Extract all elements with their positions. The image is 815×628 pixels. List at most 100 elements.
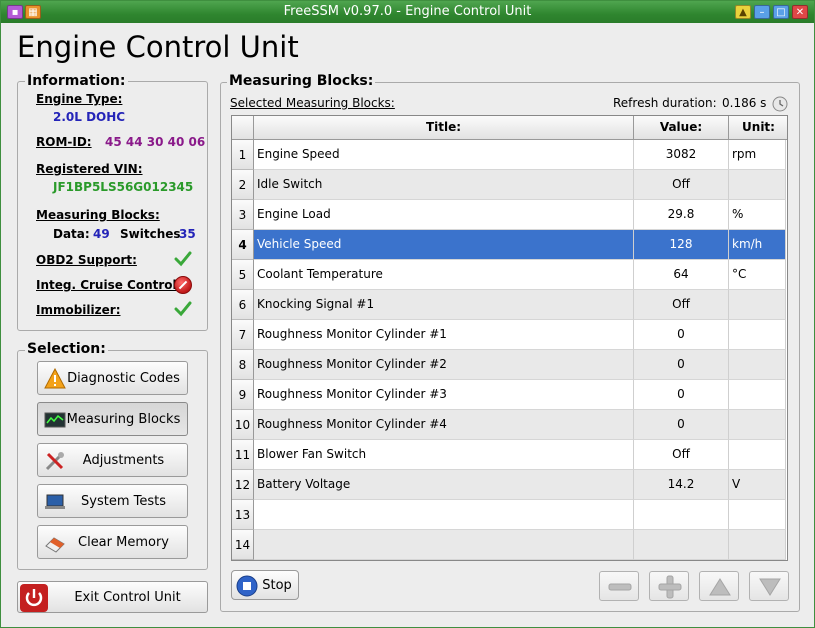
cell-unit[interactable]: V	[729, 470, 786, 500]
cell-unit[interactable]	[729, 500, 786, 530]
column-header-unit[interactable]: Unit:	[729, 116, 787, 140]
column-header-title[interactable]: Title:	[254, 116, 634, 140]
add-block-button[interactable]	[649, 571, 689, 601]
clear-memory-button[interactable]: Clear Memory	[37, 525, 188, 559]
table-row[interactable]: 3 Engine Load 29.8%	[232, 200, 787, 230]
cell-title[interactable]: Roughness Monitor Cylinder #4	[254, 410, 634, 440]
cell-value[interactable]	[634, 530, 729, 560]
row-number: 9	[232, 380, 254, 410]
table-corner	[232, 116, 254, 140]
cell-value[interactable]: 0	[634, 380, 729, 410]
table-row[interactable]: 11 Blower Fan Switch Off	[232, 440, 787, 470]
cell-value[interactable]: 128	[634, 230, 729, 260]
measuring-blocks-table[interactable]: Title: Value: Unit: 1 Engine Speed 3082 rpm…	[231, 115, 788, 561]
minimize-icon[interactable]: –	[754, 5, 770, 19]
cell-value[interactable]: 0	[634, 320, 729, 350]
cell-value[interactable]: 0	[634, 350, 729, 380]
cell-title[interactable]: Engine Load	[254, 200, 634, 230]
vin-value: JF1BP5LS56G012345	[53, 180, 194, 194]
timer-icon[interactable]	[772, 96, 788, 112]
cell-unit[interactable]: rpm	[729, 140, 786, 170]
window-menu-icon[interactable]: ▪	[7, 5, 23, 19]
cell-unit[interactable]	[729, 380, 786, 410]
cell-title[interactable]: Roughness Monitor Cylinder #3	[254, 380, 634, 410]
cell-unit[interactable]: °C	[729, 260, 786, 290]
system-tests-button[interactable]: System Tests	[37, 484, 188, 518]
switches-count-value: 35	[179, 227, 196, 241]
eraser-icon	[45, 537, 65, 553]
row-number: 1	[232, 140, 254, 170]
table-row[interactable]: 7 Roughness Monitor Cylinder #1 0	[232, 320, 787, 350]
table-row[interactable]: 4 Vehicle Speed 128 km/h	[232, 230, 787, 260]
cell-title[interactable]: Coolant Temperature	[254, 260, 634, 290]
row-number: 13	[232, 500, 254, 530]
cell-value[interactable]: Off	[634, 290, 729, 320]
stop-icon	[236, 575, 258, 597]
row-number: 12	[232, 470, 254, 500]
laptop-icon	[45, 494, 65, 509]
cell-title[interactable]: Knocking Signal #1	[254, 290, 634, 320]
cell-title[interactable]: Vehicle Speed	[254, 230, 634, 260]
move-up-button[interactable]	[699, 571, 739, 601]
cell-value[interactable]: 0	[634, 410, 729, 440]
cell-title[interactable]: Engine Speed	[254, 140, 634, 170]
table-row[interactable]: 9 Roughness Monitor Cylinder #3 0	[232, 380, 787, 410]
table-row[interactable]: 10 Roughness Monitor Cylinder #4 0	[232, 410, 787, 440]
measuring-blocks-button[interactable]: Measuring Blocks	[37, 402, 188, 436]
cell-unit[interactable]	[729, 440, 786, 470]
cell-title[interactable]: Roughness Monitor Cylinder #2	[254, 350, 634, 380]
row-number: 14	[232, 530, 254, 560]
exit-control-unit-button[interactable]: Exit Control Unit	[17, 581, 208, 613]
row-number: 5	[232, 260, 254, 290]
measuring-blocks-title: Measuring Blocks:	[227, 73, 376, 89]
cell-value[interactable]: 64	[634, 260, 729, 290]
window-title: FreeSSM v0.97.0 - Engine Control Unit	[283, 4, 532, 19]
close-icon[interactable]: ✕	[792, 5, 808, 19]
cell-unit[interactable]	[729, 530, 786, 560]
column-header-value[interactable]: Value:	[634, 116, 729, 140]
cell-title[interactable]	[254, 500, 634, 530]
table-row[interactable]: 1 Engine Speed 3082 rpm	[232, 140, 787, 170]
cell-unit[interactable]: km/h	[729, 230, 786, 260]
cell-unit[interactable]	[729, 170, 786, 200]
cell-title[interactable]: Blower Fan Switch	[254, 440, 634, 470]
maximize-icon[interactable]: □	[773, 5, 789, 19]
engine-type-value: 2.0L DOHC	[53, 110, 126, 124]
cell-unit[interactable]	[729, 350, 786, 380]
cell-unit[interactable]	[729, 290, 786, 320]
table-row[interactable]: 6 Knocking Signal #1 Off	[232, 290, 787, 320]
cell-unit[interactable]: %	[729, 200, 786, 230]
cell-title[interactable]	[254, 530, 634, 560]
arrow-up-icon	[709, 578, 731, 596]
table-row[interactable]: 5 Coolant Temperature 64 °C	[232, 260, 787, 290]
cell-value[interactable]	[634, 500, 729, 530]
cruise-control-label: Integ. Cruise Control:	[36, 278, 182, 292]
cell-value[interactable]: 14.2	[634, 470, 729, 500]
cell-title[interactable]: Battery Voltage	[254, 470, 634, 500]
power-icon	[20, 584, 48, 612]
adjustments-button[interactable]: Adjustments	[37, 443, 188, 477]
immobilizer-label: Immobilizer:	[36, 303, 121, 317]
cell-title[interactable]: Roughness Monitor Cylinder #1	[254, 320, 634, 350]
shade-icon[interactable]: ▲	[735, 5, 751, 19]
move-down-button[interactable]	[749, 571, 789, 601]
cell-unit[interactable]	[729, 320, 786, 350]
engine-type-label: Engine Type:	[36, 92, 123, 106]
remove-block-button[interactable]	[599, 571, 639, 601]
stop-button[interactable]: Stop	[231, 570, 299, 600]
cell-unit[interactable]	[729, 410, 786, 440]
cell-title[interactable]: Idle Switch	[254, 170, 634, 200]
table-row[interactable]: 12 Battery Voltage 14.2 V	[232, 470, 787, 500]
table-row[interactable]: 13	[232, 500, 787, 530]
cell-value[interactable]: Off	[634, 440, 729, 470]
immobilizer-check-icon	[174, 301, 192, 317]
cruise-unsupported-icon	[174, 276, 192, 294]
table-row[interactable]: 2 Idle Switch Off	[232, 170, 787, 200]
cell-value[interactable]: Off	[634, 170, 729, 200]
cell-value[interactable]: 29.8	[634, 200, 729, 230]
diagnostic-codes-button[interactable]: Diagnostic Codes	[37, 361, 188, 395]
window-grid-icon[interactable]: ▦	[25, 5, 41, 19]
cell-value[interactable]: 3082	[634, 140, 729, 170]
table-row[interactable]: 8 Roughness Monitor Cylinder #2 0	[232, 350, 787, 380]
table-row[interactable]: 14	[232, 530, 787, 560]
